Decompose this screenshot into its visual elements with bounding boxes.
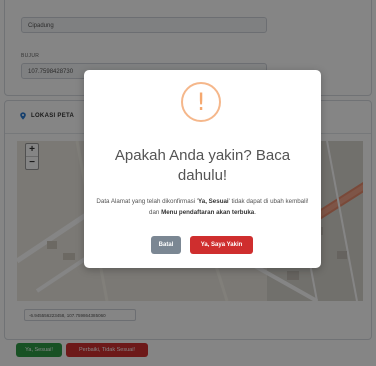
confirm-button[interactable]: Ya, Saya Yakin <box>190 236 253 254</box>
confirmation-dialog: ! Apakah Anda yakin? Baca dahulu! Data A… <box>84 70 321 268</box>
cancel-button[interactable]: Batal <box>151 236 181 254</box>
dialog-text-bold: Menu pendaftaran akan terbuka <box>161 209 255 216</box>
dialog-text-part: Data Alamat yang telah dikonfirmasi ' <box>96 198 199 205</box>
dialog-text-bold: Ya, Sesuai <box>198 198 229 205</box>
exclamation-icon: ! <box>181 82 221 122</box>
dialog-text-part: . <box>254 209 256 216</box>
dialog-title: Apakah Anda yakin? Baca dahulu! <box>114 147 291 184</box>
dialog-text: Data Alamat yang telah dikonfirmasi 'Ya,… <box>96 196 309 218</box>
